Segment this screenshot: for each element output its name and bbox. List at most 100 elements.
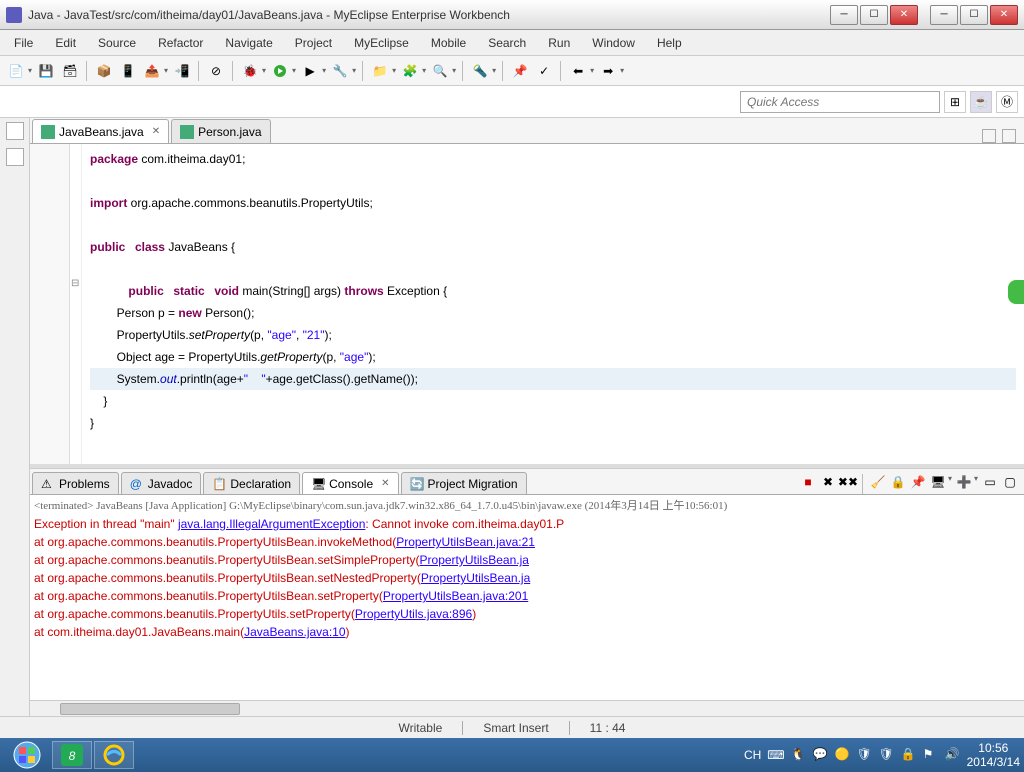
tab-problems[interactable]: ⚠Problems [32,472,119,494]
horizontal-scrollbar[interactable] [30,700,1024,716]
stack-link[interactable]: JavaBeans.java:10 [244,625,345,639]
toggle-mark-icon[interactable]: 📌 [510,61,530,81]
maximize-button[interactable]: ☐ [860,5,888,25]
menu-project[interactable]: Project [285,33,342,53]
forward-icon[interactable]: ➡ [598,61,618,81]
save-icon[interactable]: 💾 [36,61,56,81]
flag-icon[interactable]: ⚑ [923,747,939,763]
maximize-view-icon[interactable]: ▢ [1002,474,1018,490]
menu-file[interactable]: File [4,33,43,53]
minimize-view-icon[interactable]: ▭ [982,474,998,490]
shield-icon-2[interactable]: 🛡 [879,747,895,763]
new-class-icon[interactable]: 🧩 [400,61,420,81]
left-trim [0,118,30,716]
stack-link[interactable]: PropertyUtilsBean.ja [421,571,530,585]
new-icon[interactable]: 📄 [6,61,26,81]
remove-launch-icon[interactable]: ✖ [820,474,836,490]
keyboard-icon[interactable]: ⌨ [767,748,784,762]
tab-javadoc[interactable]: @Javadoc [121,472,202,494]
taskbar-app-myeclipse[interactable]: 8 [52,741,92,769]
tab-declaration[interactable]: 📋Declaration [203,472,300,494]
editor-tabs: JavaBeans.java ✕ Person.java [30,118,1024,144]
tab-console[interactable]: 🖥Console✕ [302,472,398,494]
status-writable: Writable [399,721,443,735]
start-button[interactable] [4,740,50,770]
back-icon[interactable]: ⬅ [568,61,588,81]
quick-access-input[interactable] [740,91,940,113]
tab-label: Person.java [198,125,261,139]
minimize-view-icon[interactable] [982,129,996,143]
maximize-view-icon[interactable] [1002,129,1016,143]
tab-label: JavaBeans.java [59,125,144,139]
pin-console-icon[interactable]: 📌 [910,474,926,490]
menu-mobile[interactable]: Mobile [421,33,476,53]
tab-person[interactable]: Person.java [171,119,270,143]
servers-icon[interactable] [6,148,24,166]
code-area[interactable]: package com.itheima.day01; import org.ap… [82,144,1024,464]
open-console-icon[interactable]: ➕ [956,474,972,490]
stack-link[interactable]: PropertyUtilsBean.ja [420,553,529,567]
shield-icon[interactable]: 🛡 [857,747,873,763]
java-perspective-icon[interactable]: ☕ [970,91,992,113]
stack-link[interactable]: PropertyUtils.java:896 [355,607,472,621]
run-icon[interactable] [270,61,290,81]
myeclipse-perspective-icon[interactable]: Ⓜ [996,91,1018,113]
open-perspective-icon[interactable]: ⊞ [944,91,966,113]
display-console-icon[interactable]: 🖥 [930,474,946,490]
fold-column[interactable]: ⊟ [70,144,82,464]
maximize-button-2[interactable]: ☐ [960,5,988,25]
menu-navigate[interactable]: Navigate [215,33,282,53]
menu-search[interactable]: Search [478,33,536,53]
close-button[interactable]: ✕ [890,5,918,25]
exception-link[interactable]: java.lang.IllegalArgumentException [178,517,365,531]
volume-icon[interactable]: 🔊 [945,747,961,763]
minimize-button[interactable]: ─ [830,5,858,25]
security-icon[interactable]: 🔒 [901,747,917,763]
menu-myeclipse[interactable]: MyEclipse [344,33,419,53]
minimize-button-2[interactable]: ─ [930,5,958,25]
title-bar: Java - JavaTest/src/com/itheima/day01/Ja… [0,0,1024,30]
close-icon[interactable]: ✕ [381,478,389,489]
app-tray-icon[interactable]: 🟡 [835,747,851,763]
external-tools-icon[interactable]: 🔧 [330,61,350,81]
collapsed-view-handle[interactable] [1008,280,1024,304]
tab-migration[interactable]: 🔄Project Migration [401,472,527,494]
toolbar: 📄▾ 💾 🗃 📦 📱 📤▾ 📲 ⊘ 🐞▾ ▾ ▶▾ 🔧▾ 📁▾ 🧩▾ 🔍▾ 🔦▾… [0,56,1024,86]
tab-javabeans[interactable]: JavaBeans.java ✕ [32,119,169,143]
stack-link[interactable]: PropertyUtilsBean.java:201 [383,589,528,603]
menu-source[interactable]: Source [88,33,146,53]
clock[interactable]: 10:56 2014/3/14 [967,741,1020,769]
stack-link[interactable]: PropertyUtilsBean.java:21 [396,535,535,549]
menu-refactor[interactable]: Refactor [148,33,213,53]
open-type-icon[interactable]: 📦 [94,61,114,81]
open-type-2-icon[interactable]: 🔍 [430,61,450,81]
taskbar-app-ie[interactable] [94,741,134,769]
menu-help[interactable]: Help [647,33,692,53]
package-explorer-icon[interactable] [6,122,24,140]
ime-indicator[interactable]: CH [744,748,761,762]
deploy-icon[interactable]: 📤 [142,61,162,81]
menu-edit[interactable]: Edit [45,33,86,53]
new-package-icon[interactable]: 📁 [370,61,390,81]
chat-icon[interactable]: 💬 [813,747,829,763]
menu-window[interactable]: Window [582,33,645,53]
editor-body[interactable]: ⊟ package com.itheima.day01; import org.… [30,144,1024,464]
clear-console-icon[interactable]: 🧹 [870,474,886,490]
close-icon[interactable]: ✕ [152,126,160,137]
menu-run[interactable]: Run [538,33,580,53]
run-last-icon[interactable]: ▶ [300,61,320,81]
task-icon[interactable]: ✓ [534,61,554,81]
search-icon[interactable]: 🔦 [470,61,490,81]
device-icon[interactable]: 📱 [118,61,138,81]
terminate-icon[interactable]: ■ [800,474,816,490]
scroll-lock-icon[interactable]: 🔒 [890,474,906,490]
save-all-icon[interactable]: 🗃 [60,61,80,81]
close-button-2[interactable]: ✕ [990,5,1018,25]
remove-all-icon[interactable]: ✖✖ [840,474,856,490]
debug-icon[interactable]: 🐞 [240,61,260,81]
mobile-run-icon[interactable]: 📲 [172,61,192,81]
qq-icon[interactable]: 🐧 [791,747,807,763]
skip-breakpoints-icon[interactable]: ⊘ [206,61,226,81]
svg-text:8: 8 [69,749,76,763]
console-body[interactable]: <terminated> JavaBeans [Java Application… [30,495,1024,700]
